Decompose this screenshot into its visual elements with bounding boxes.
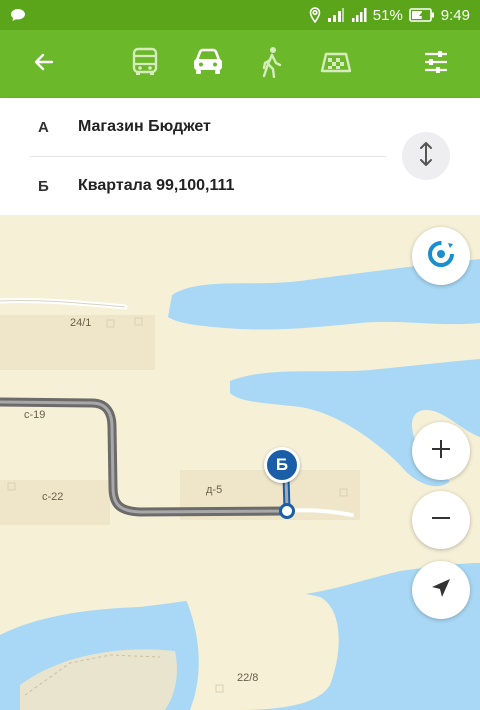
chat-bubble-icon xyxy=(10,8,26,22)
back-arrow-icon xyxy=(32,50,56,79)
route-panel: А Магазин Бюджет Б Квартала 99,100,111 xyxy=(0,98,480,215)
clock: 9:49 xyxy=(440,6,470,24)
origin-row[interactable]: А Магазин Бюджет xyxy=(0,98,390,156)
location-icon xyxy=(309,7,321,23)
zoom-in-button[interactable] xyxy=(412,422,470,480)
car-icon xyxy=(191,47,225,82)
bus-icon xyxy=(129,46,161,83)
taxi-icon xyxy=(319,49,353,80)
battery-charging-icon xyxy=(408,8,435,22)
walk-mode-button[interactable] xyxy=(251,44,291,84)
status-bar: 51% 9:49 xyxy=(0,0,480,30)
car-mode-button[interactable] xyxy=(188,44,228,84)
route-endpoint xyxy=(279,503,295,519)
origin-letter: А xyxy=(38,118,49,136)
map-view[interactable]: 24/1 с-19 с-22 д-5 22/8 Б xyxy=(0,215,480,710)
signal-icon xyxy=(351,7,367,23)
wifi-icon xyxy=(327,7,345,23)
taxi-mode-button[interactable] xyxy=(316,44,356,84)
destination-row[interactable]: Б Квартала 99,100,111 xyxy=(0,157,390,215)
transport-toolbar xyxy=(0,30,480,98)
map-label-street: с-22 xyxy=(42,491,64,503)
walking-icon xyxy=(258,46,284,83)
zoom-out-icon xyxy=(430,507,452,534)
my-location-icon xyxy=(430,577,452,604)
settings-sliders-icon xyxy=(423,50,449,79)
destination-pin[interactable]: Б xyxy=(264,447,300,483)
destination-name: Квартала 99,100,111 xyxy=(78,177,235,194)
swap-points-button[interactable] xyxy=(402,132,450,180)
compass-icon xyxy=(425,238,457,275)
route-settings-button[interactable] xyxy=(416,44,456,84)
map-label-street: с-19 xyxy=(24,409,46,421)
map-label-building: 24/1 xyxy=(70,317,92,329)
map-canvas xyxy=(0,215,480,710)
destination-letter: Б xyxy=(38,177,49,195)
my-location-button[interactable] xyxy=(412,561,470,619)
swap-vertical-icon xyxy=(418,141,434,172)
zoom-in-icon xyxy=(430,438,452,465)
origin-name: Магазин Бюджет xyxy=(78,118,211,135)
back-button[interactable] xyxy=(24,44,64,84)
map-label-building: 22/8 xyxy=(237,672,259,684)
bus-mode-button[interactable] xyxy=(125,44,165,84)
battery-percent: 51% xyxy=(372,6,403,24)
destination-pin-letter: Б xyxy=(275,455,289,474)
map-label-street: д-5 xyxy=(206,484,223,496)
compass-button[interactable] xyxy=(412,227,470,285)
zoom-out-button[interactable] xyxy=(412,491,470,549)
